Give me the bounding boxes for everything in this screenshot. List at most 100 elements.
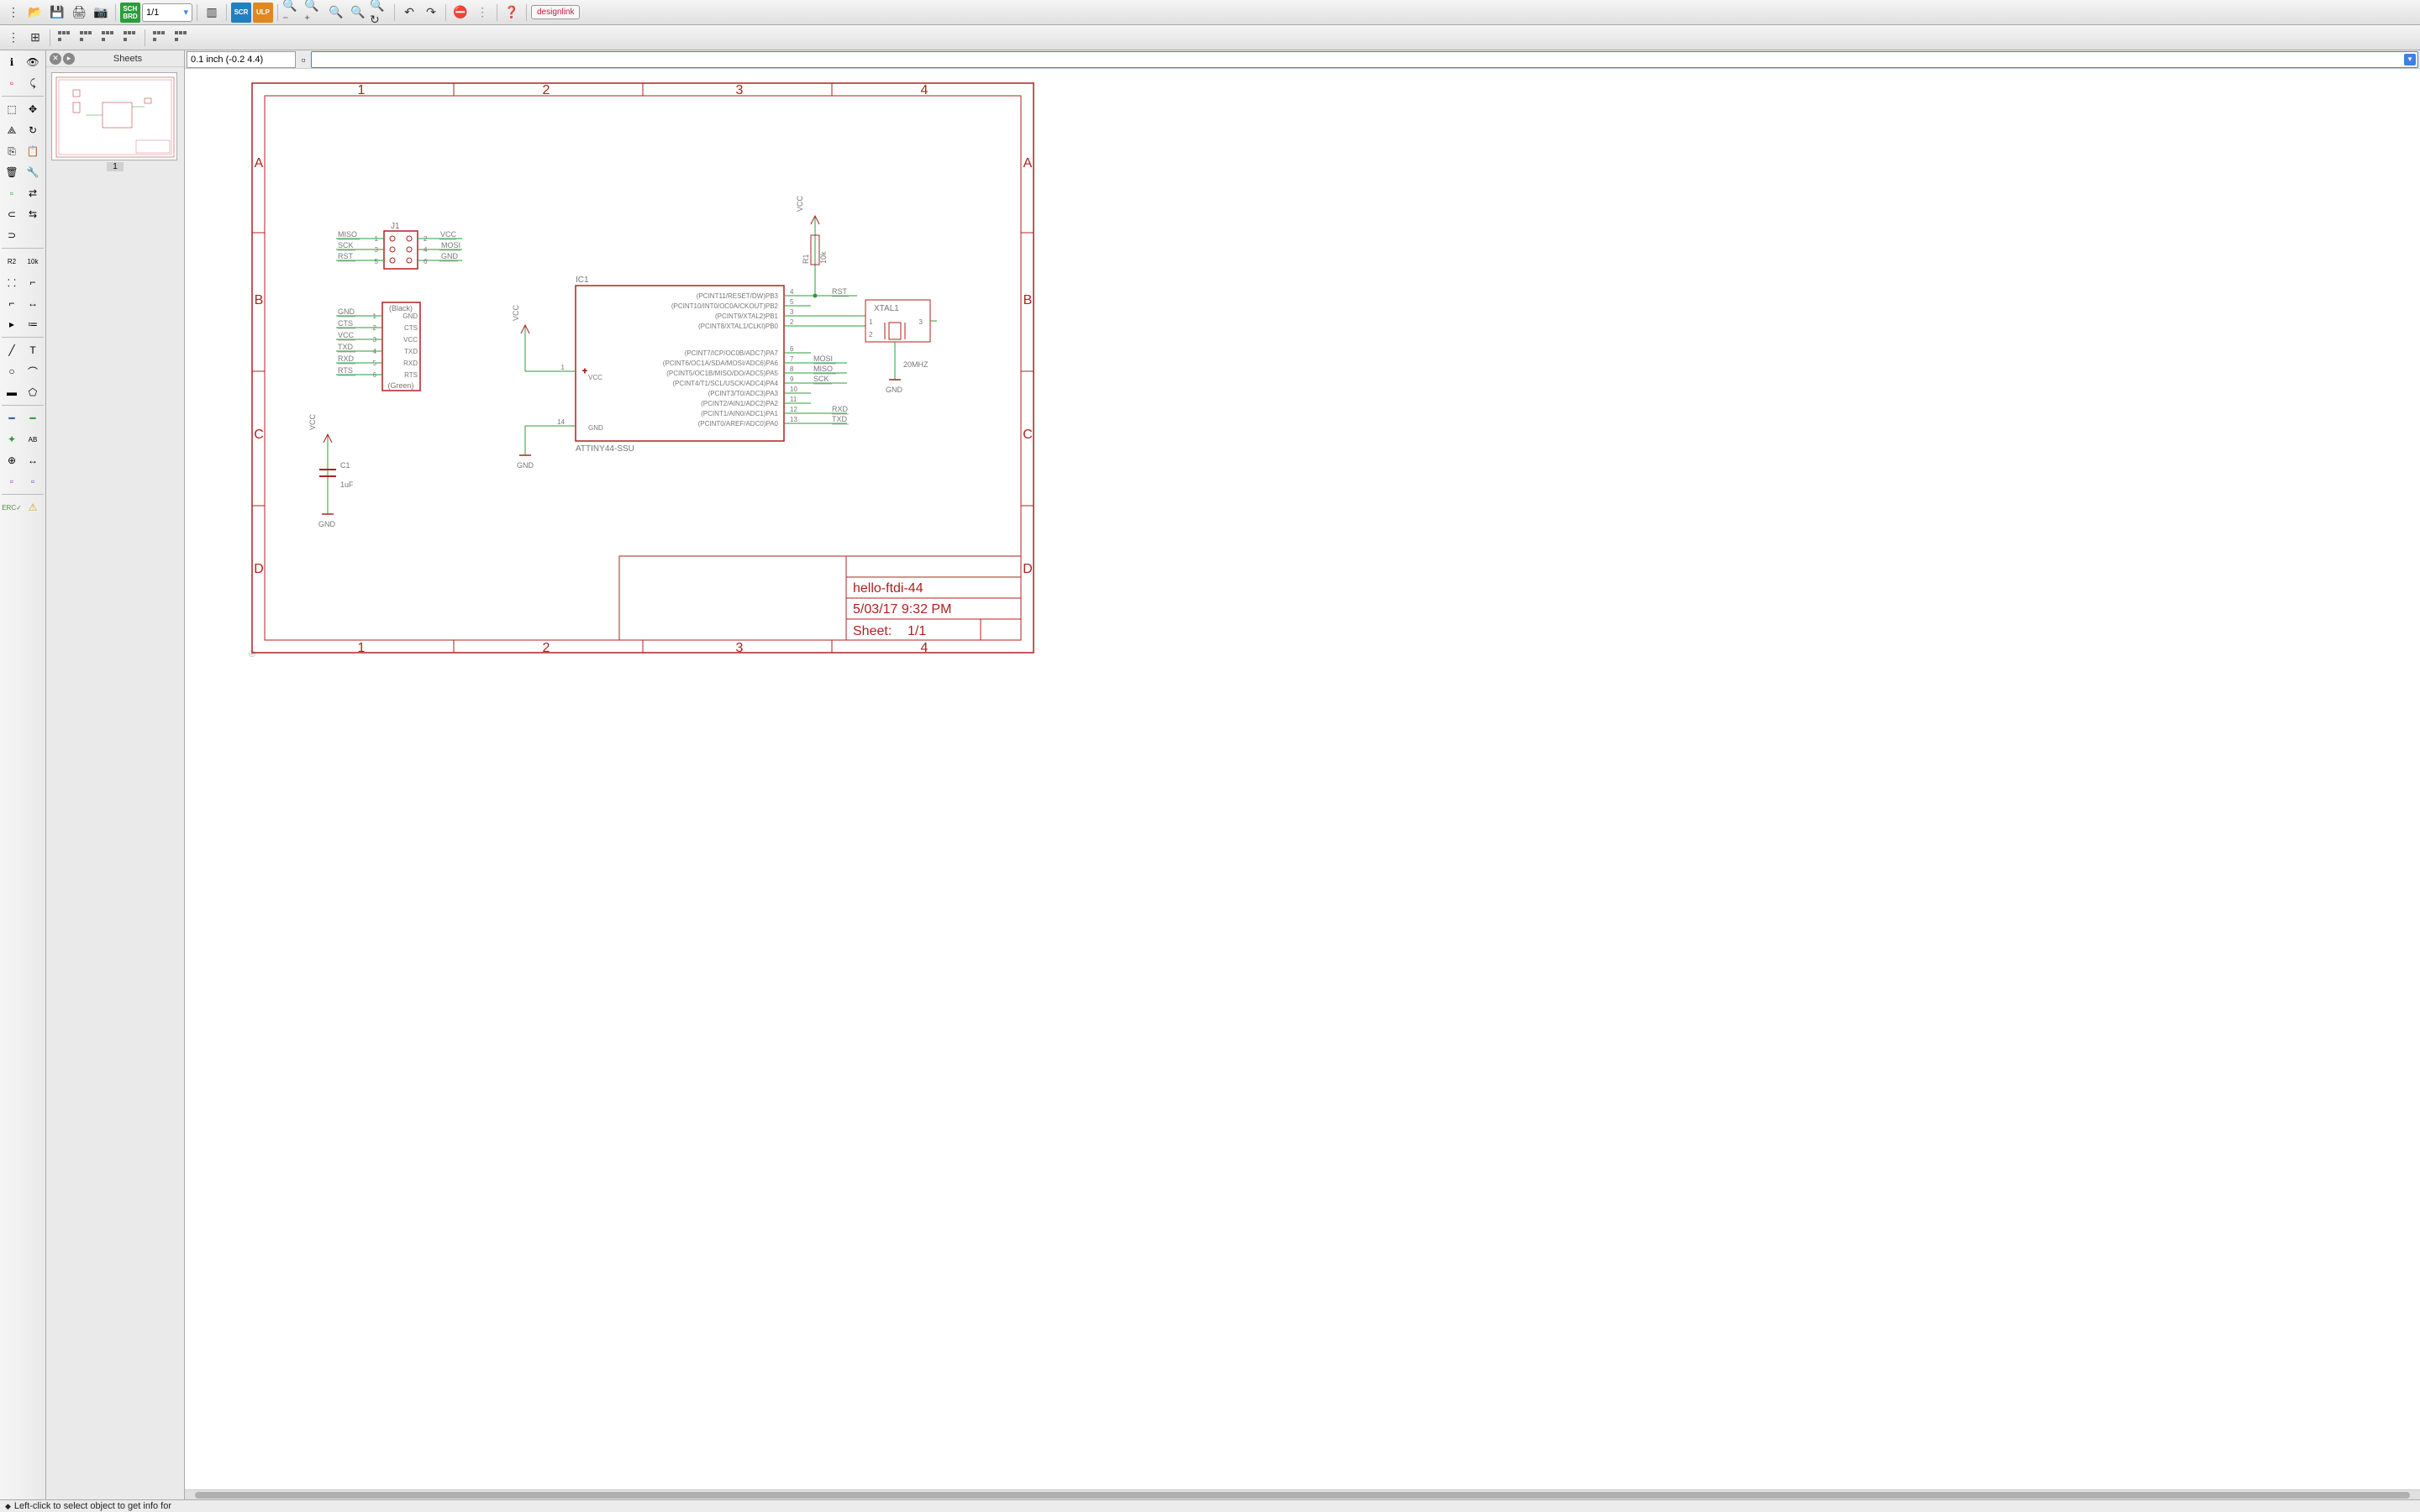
net-tool[interactable]: ━: [23, 408, 43, 428]
name-tool[interactable]: R2: [2, 251, 22, 271]
invoke-tool[interactable]: ⊃: [2, 225, 22, 245]
schematic-canvas[interactable]: ⊕ 1 2 3 4 1 2 3 4 A B C D A: [185, 69, 2420, 1489]
library-button[interactable]: ▥: [202, 3, 222, 23]
info-tool[interactable]: ℹ: [2, 52, 22, 72]
show-tool[interactable]: 👁: [23, 52, 43, 72]
layout6-button[interactable]: [171, 28, 192, 48]
move-tool[interactable]: ✥: [23, 99, 43, 119]
svg-text:1: 1: [358, 641, 366, 655]
mirror-tool[interactable]: ⟁: [2, 120, 22, 140]
svg-text:(PCINT3/T0/ADC3)PA3: (PCINT3/T0/ADC3)PA3: [708, 390, 779, 397]
wire-tool[interactable]: ╱: [2, 340, 22, 360]
ripup-tool[interactable]: ≔: [23, 314, 43, 334]
svg-text:A: A: [255, 156, 264, 171]
svg-text:3: 3: [375, 246, 379, 254]
miter-tool[interactable]: ⌐: [23, 272, 43, 292]
sheet-thumbnail[interactable]: [51, 72, 177, 160]
layer-tool[interactable]: ▫: [2, 73, 22, 93]
zoom-redraw-button[interactable]: 🔍↻: [370, 3, 390, 23]
poly-tool[interactable]: ⬠: [23, 382, 43, 402]
sheets-panel: ✕ ▸ Sheets 1: [46, 50, 185, 1499]
circle-tool[interactable]: ○: [2, 361, 22, 381]
sheets-collapse-button[interactable]: ▸: [63, 53, 75, 65]
grid-button[interactable]: ⊞: [25, 28, 45, 48]
zoom-select-button[interactable]: 🔍: [348, 3, 368, 23]
undo-button[interactable]: ↶: [399, 3, 419, 23]
ulp-button[interactable]: ULP: [253, 3, 273, 23]
erc-tool[interactable]: ERC✓: [2, 497, 22, 517]
text-tool[interactable]: T: [23, 340, 43, 360]
svg-text:TXD: TXD: [404, 348, 418, 355]
svg-text:8: 8: [790, 365, 794, 373]
junction-tool[interactable]: ✦: [2, 429, 22, 449]
wrench-tool[interactable]: 🔧: [23, 162, 43, 182]
svg-text:(Black): (Black): [389, 304, 413, 312]
coordinate-display: 0.1 inch (-0.2 4.4): [187, 51, 296, 68]
scr-button[interactable]: SCR: [231, 3, 251, 23]
designlink-button[interactable]: designlink: [531, 5, 580, 19]
zoom-fit-button[interactable]: 🔍: [326, 3, 346, 23]
redo-button[interactable]: ↷: [421, 3, 441, 23]
svg-text:(Green): (Green): [387, 381, 413, 390]
select-tool[interactable]: ⬚: [2, 99, 22, 119]
print-button[interactable]: 🖨: [69, 3, 89, 23]
svg-text:SCK: SCK: [338, 241, 354, 249]
rotate-tool[interactable]: ↻: [23, 120, 43, 140]
split-tool[interactable]: ⌐: [2, 293, 22, 313]
smash-tool[interactable]: ⸬: [2, 272, 22, 292]
value-tool[interactable]: 10k: [23, 251, 43, 271]
svg-text:VCC: VCC: [403, 336, 418, 344]
add-tool[interactable]: ▫: [2, 183, 22, 203]
bus-tool[interactable]: ━: [2, 408, 22, 428]
mark-tool[interactable]: ⤹: [23, 73, 43, 93]
svg-text:TXD: TXD: [832, 415, 848, 423]
copy-tool[interactable]: ⎘: [2, 141, 22, 161]
label-tool[interactable]: AB: [23, 429, 43, 449]
stop-button[interactable]: ⛔: [450, 3, 471, 23]
layout5-button[interactable]: [150, 28, 170, 48]
svg-text:12: 12: [790, 406, 797, 413]
layout1-button[interactable]: [55, 28, 75, 48]
rect-tool[interactable]: ▬: [2, 382, 22, 402]
svg-text:13: 13: [790, 416, 797, 423]
svg-text:6: 6: [790, 345, 794, 353]
svg-text:2: 2: [543, 641, 550, 655]
svg-text:4: 4: [790, 288, 794, 296]
pinswap-tool[interactable]: ⇆: [23, 204, 43, 224]
svg-text:GND: GND: [402, 312, 418, 320]
errors-tool[interactable]: ⚠: [23, 497, 43, 517]
zoom-in-button[interactable]: 🔍⁺: [304, 3, 324, 23]
port-tool[interactable]: ▫: [23, 471, 43, 491]
layout4-button[interactable]: [120, 28, 140, 48]
svg-text:7: 7: [790, 355, 794, 363]
paste-tool[interactable]: 📋: [23, 141, 43, 161]
replace-tool[interactable]: ⇄: [23, 183, 43, 203]
layout3-button[interactable]: [98, 28, 118, 48]
attr-tool[interactable]: ⊕: [2, 450, 22, 470]
go-button[interactable]: ⋮: [472, 3, 492, 23]
save-button[interactable]: 💾: [47, 3, 67, 23]
dim-tool[interactable]: ↔: [23, 293, 43, 313]
cam-button[interactable]: 📷: [91, 3, 111, 23]
command-line-input[interactable]: [311, 51, 2418, 68]
page-selector[interactable]: 1/1: [142, 3, 192, 22]
open-button[interactable]: 📂: [25, 3, 45, 23]
delete-tool[interactable]: 🗑: [2, 162, 22, 182]
svg-text:(PCINT11/RESET/DW)PB3: (PCINT11/RESET/DW)PB3: [697, 292, 779, 300]
sch-brd-button[interactable]: SCHBRD: [120, 3, 140, 23]
dim2-tool[interactable]: ↔: [23, 450, 43, 470]
layout2-button[interactable]: [76, 28, 97, 48]
horizontal-scrollbar[interactable]: [185, 1489, 2420, 1499]
gate-tool[interactable]: ⊂: [2, 204, 22, 224]
zoom-out-button[interactable]: 🔍⁻: [282, 3, 302, 23]
route-tool[interactable]: ▸: [2, 314, 22, 334]
help-button[interactable]: ❓: [502, 3, 522, 23]
coord-mode-button[interactable]: ▫: [297, 50, 309, 70]
svg-text:RTS: RTS: [404, 371, 418, 379]
sheets-close-button[interactable]: ✕: [50, 53, 61, 65]
svg-text:VCC: VCC: [796, 195, 804, 212]
svg-text:MOSI: MOSI: [813, 354, 833, 363]
module-tool[interactable]: ▫: [2, 471, 22, 491]
svg-text:RXD: RXD: [832, 405, 849, 413]
arc-tool[interactable]: ⌒: [23, 361, 43, 381]
